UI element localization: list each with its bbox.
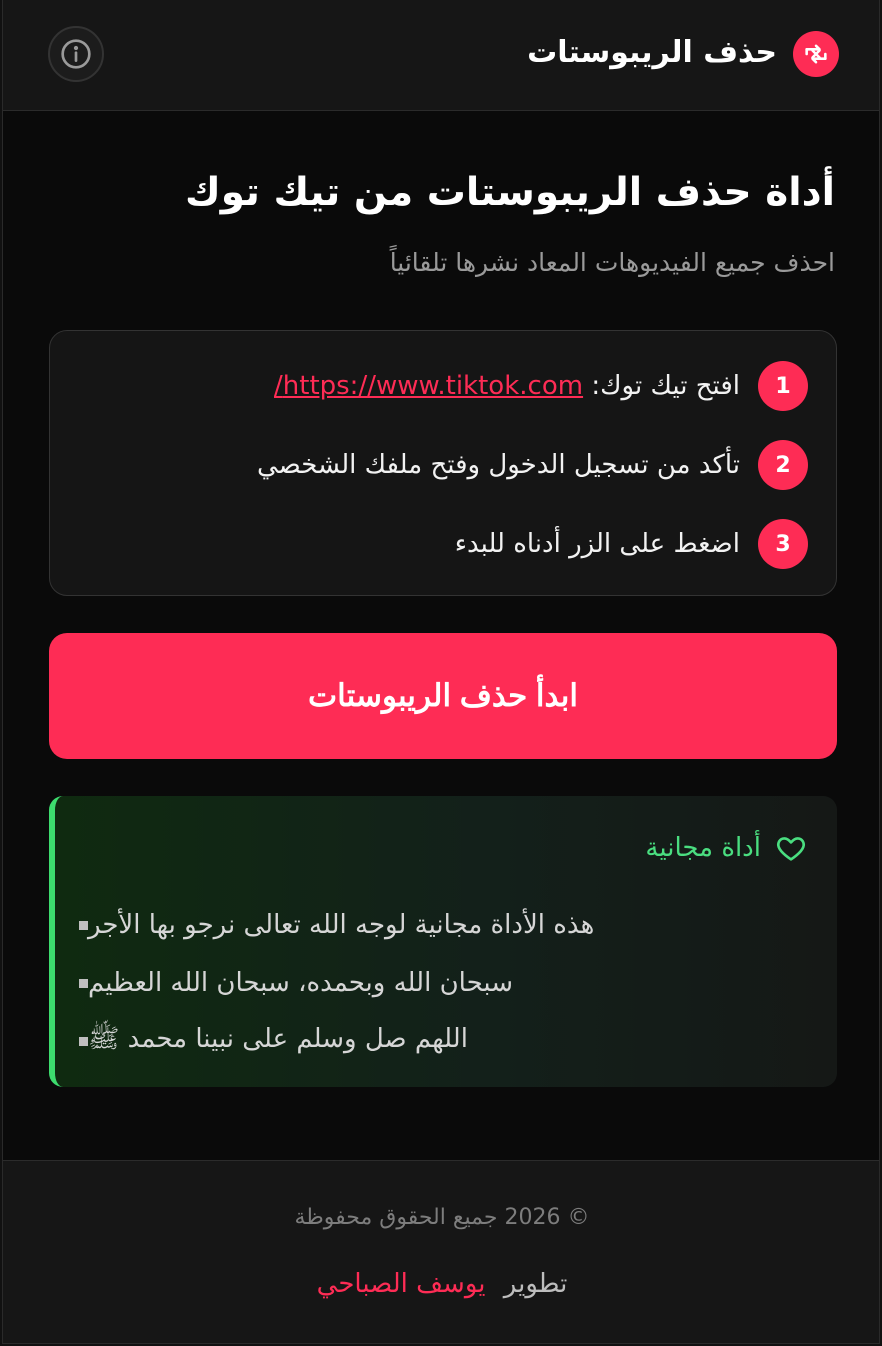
step-text: افتح تيك توك: https://www.tiktok.com/ [274,371,740,401]
step-text: تأكد من تسجيل الدخول وفتح ملفك الشخصي [257,450,740,480]
developer-credit: تطوير يوسف الصباحي [3,1269,879,1299]
info-button[interactable] [48,26,104,82]
step-1: 1 افتح تيك توك: https://www.tiktok.com/ [68,361,808,411]
header-title: حذف الريبوستات [527,35,777,70]
step-3: 3 اضغط على الزر أدناه للبدء [68,519,808,569]
developer-name-link[interactable]: يوسف الصباحي [317,1269,486,1299]
bullet [79,1036,88,1046]
developer-prefix: تطوير [503,1269,568,1299]
free-tool-title: أداة مجانية [645,833,761,863]
heart-icon [777,837,805,861]
page-title: أداة حذف الريبوستات من تيك توك [185,170,835,215]
list-item-text: سبحان الله وبحمده، سبحان الله العظيم [88,968,514,998]
header: حذف الريبوستات [3,0,879,111]
bullet [79,920,88,930]
list-item: اللهم صل وسلم على نبينا محمد ﷺ [67,1012,807,1070]
list-item: سبحان الله وبحمده، سبحان الله العظيم [67,954,807,1012]
steps-card: 1 افتح تيك توك: https://www.tiktok.com/ … [49,330,837,596]
free-tool-header: أداة مجانية [645,832,807,864]
tiktok-link[interactable]: https://www.tiktok.com/ [274,371,583,401]
list-item-text: هذه الأداة مجانية لوجه الله تعالى نرجو ب… [88,910,595,940]
footer: © 2026 جميع الحقوق محفوظة تطوير يوسف الص… [3,1160,879,1343]
step-number: 3 [758,519,808,569]
start-delete-reposts-button[interactable]: ابدأ حذف الريبوستات [49,633,837,759]
list-item: هذه الأداة مجانية لوجه الله تعالى نرجو ب… [67,896,807,954]
repost-off-icon [793,31,839,77]
step-2: 2 تأكد من تسجيل الدخول وفتح ملفك الشخصي [68,440,808,490]
step-number: 2 [758,440,808,490]
bullet [79,978,88,988]
page-subtitle: احذف جميع الفيديوهات المعاد نشرها تلقائي… [389,248,835,277]
step-number: 1 [758,361,808,411]
app-window: حذف الريبوستات أداة حذف الريبوستات من تي… [2,0,880,1344]
step-label: افتح تيك توك: [591,371,740,401]
copyright-text: © 2026 جميع الحقوق محفوظة [294,1205,590,1230]
step-text: اضغط على الزر أدناه للبدء [454,529,740,559]
free-tool-card: أداة مجانية هذه الأداة مجانية لوجه الله … [49,796,837,1087]
info-icon [61,39,91,69]
list-item-text: اللهم صل وسلم على نبينا محمد ﷺ [88,1024,468,1054]
free-tool-list: هذه الأداة مجانية لوجه الله تعالى نرجو ب… [67,896,807,1070]
